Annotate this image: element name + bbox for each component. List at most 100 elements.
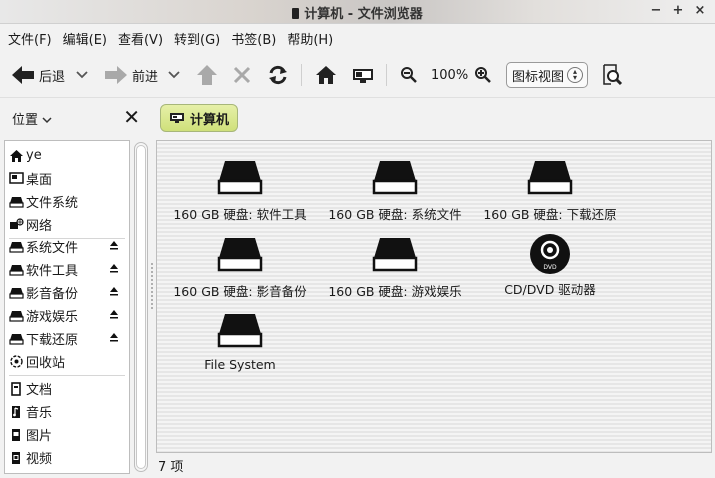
sidebar-item-device-system[interactable]: 系统文件 [5, 235, 129, 258]
title-bar[interactable]: 计算机 - 文件浏览器 − + × [0, 0, 715, 24]
file-item-drive-downloads[interactable]: 160 GB 硬盘: 下载还原 [475, 159, 625, 223]
back-label: 后退 [39, 69, 66, 85]
drive-icon [8, 241, 24, 253]
status-bar: 7 项 [158, 456, 184, 475]
computer-button[interactable] [351, 62, 375, 88]
sidebar-item-pictures[interactable]: 图片 [5, 423, 129, 446]
hard-drive-icon [527, 161, 573, 195]
arrow-left-icon [12, 66, 34, 84]
menu-file[interactable]: 文件(F) [8, 29, 52, 48]
item-count: 7 项 [158, 460, 184, 475]
dvd-disc-text: DVD [543, 264, 557, 271]
menu-edit[interactable]: 编辑(E) [63, 29, 107, 48]
zoom-in-icon [475, 67, 491, 83]
menu-help[interactable]: 帮助(H) [287, 29, 333, 48]
pane-resize-handle[interactable] [150, 262, 154, 310]
sidebar-item-device-media[interactable]: 影音备份 [5, 281, 129, 304]
eject-icon[interactable] [109, 309, 119, 319]
eject-icon[interactable] [109, 332, 119, 342]
chevron-updown-icon: ▴ ▾ [567, 67, 583, 83]
search-icon [603, 64, 623, 86]
sidebar-item-home[interactable]: ye [5, 144, 129, 167]
hard-drive-icon [372, 238, 418, 272]
minimize-button[interactable]: − [649, 3, 663, 19]
menu-bar: 文件(F) 编辑(E) 查看(V) 转到(G) 书签(B) 帮助(H) [0, 24, 715, 52]
network-icon [9, 217, 24, 229]
music-icon [12, 405, 20, 418]
desktop-icon [8, 172, 24, 184]
dvd-icon: DVD [530, 234, 570, 274]
drive-icon [8, 196, 24, 208]
hard-drive-icon [217, 314, 263, 348]
sidebar-item-documents[interactable]: 文档 [5, 377, 129, 400]
sidebar-item-network[interactable]: 网络 [5, 213, 129, 236]
view-mode-select[interactable]: 图标视图 ▴ ▾ [506, 62, 588, 88]
file-item-drive-system[interactable]: 160 GB 硬盘: 系统文件 [320, 159, 470, 223]
sidebar-scrollbar[interactable] [134, 142, 148, 472]
chevron-down-icon [42, 116, 52, 123]
stop-icon [233, 66, 251, 84]
sidebar-scrollbar-thumb[interactable] [136, 145, 146, 469]
stop-button[interactable] [232, 62, 252, 88]
video-icon [12, 451, 20, 464]
sidebar-item-device-games[interactable]: 游戏娱乐 [5, 304, 129, 327]
eject-icon[interactable] [109, 286, 119, 296]
file-icon [292, 8, 300, 19]
back-history-dropdown[interactable] [76, 62, 88, 88]
sidebar-item-device-tools[interactable]: 软件工具 [5, 258, 129, 281]
home-icon [316, 66, 336, 84]
file-item-dvd-drive[interactable]: DVD CD/DVD 驱动器 [475, 233, 625, 298]
eject-icon[interactable] [109, 240, 119, 250]
arrow-right-icon [105, 66, 127, 84]
window-title: 计算机 - 文件浏览器 [0, 3, 715, 22]
home-icon [9, 149, 23, 162]
sidebar-item-device-downloads[interactable]: 下载还原 [5, 327, 129, 350]
hard-drive-icon [372, 161, 418, 195]
path-bar: 计算机 [160, 104, 239, 132]
home-button[interactable] [315, 62, 337, 88]
back-button[interactable]: 后退 [10, 62, 65, 88]
drive-icon [8, 310, 24, 322]
zoom-out-button[interactable] [400, 62, 418, 88]
hard-drive-icon [217, 161, 263, 195]
chevron-down-icon [76, 71, 88, 79]
forward-history-dropdown[interactable] [168, 62, 180, 88]
sidebar-item-music[interactable]: 音乐 [5, 400, 129, 423]
picture-icon [12, 428, 20, 441]
zoom-in-button[interactable] [474, 62, 492, 88]
document-icon [11, 381, 21, 396]
breadcrumb-computer[interactable]: 计算机 [160, 104, 239, 132]
up-button[interactable] [196, 62, 218, 88]
close-sidebar-button[interactable]: ✕ [123, 107, 140, 127]
sidebar-header: 位置 ✕ [0, 98, 152, 138]
zoom-level[interactable]: 100% [431, 62, 468, 88]
menu-bookmarks[interactable]: 书签(B) [231, 29, 276, 48]
maximize-button[interactable]: + [671, 3, 685, 19]
sidebar-places-dropdown[interactable]: 位置 [12, 109, 52, 128]
sidebar-places: ye 桌面 文件系统 网络 系统文件 软件工具 影音备份 游戏娱乐 下载还原 回… [4, 140, 130, 474]
forward-button[interactable]: 前进 [103, 62, 158, 88]
file-item-filesystem[interactable]: File System [165, 312, 315, 372]
trash-icon [9, 355, 23, 368]
sidebar-item-desktop[interactable]: 桌面 [5, 167, 129, 190]
sidebar-item-trash[interactable]: 回收站 [5, 350, 129, 373]
file-item-drive-media[interactable]: 160 GB 硬盘: 影音备份 [165, 236, 315, 300]
arrow-up-icon [197, 65, 217, 85]
hard-drive-icon [217, 238, 263, 272]
zoom-out-icon [401, 67, 417, 83]
menu-go[interactable]: 转到(G) [174, 29, 220, 48]
drive-icon [8, 333, 24, 345]
close-window-button[interactable]: × [693, 3, 707, 19]
sidebar-item-filesystem[interactable]: 文件系统 [5, 190, 129, 213]
toolbar: 后退 前进 100% 图标视图 ▴ ▾ [0, 52, 715, 98]
eject-icon[interactable] [109, 263, 119, 273]
reload-button[interactable] [267, 62, 289, 88]
file-item-drive-tools[interactable]: 160 GB 硬盘: 软件工具 [165, 159, 315, 223]
search-button[interactable] [601, 62, 623, 88]
file-item-drive-games[interactable]: 160 GB 硬盘: 游戏娱乐 [320, 236, 470, 300]
sidebar-item-videos[interactable]: 视频 [5, 446, 129, 469]
forward-label: 前进 [132, 69, 159, 85]
drive-icon [8, 287, 24, 299]
file-icon-view[interactable]: 160 GB 硬盘: 软件工具 160 GB 硬盘: 系统文件 160 GB 硬… [156, 140, 712, 453]
menu-view[interactable]: 查看(V) [118, 29, 163, 48]
